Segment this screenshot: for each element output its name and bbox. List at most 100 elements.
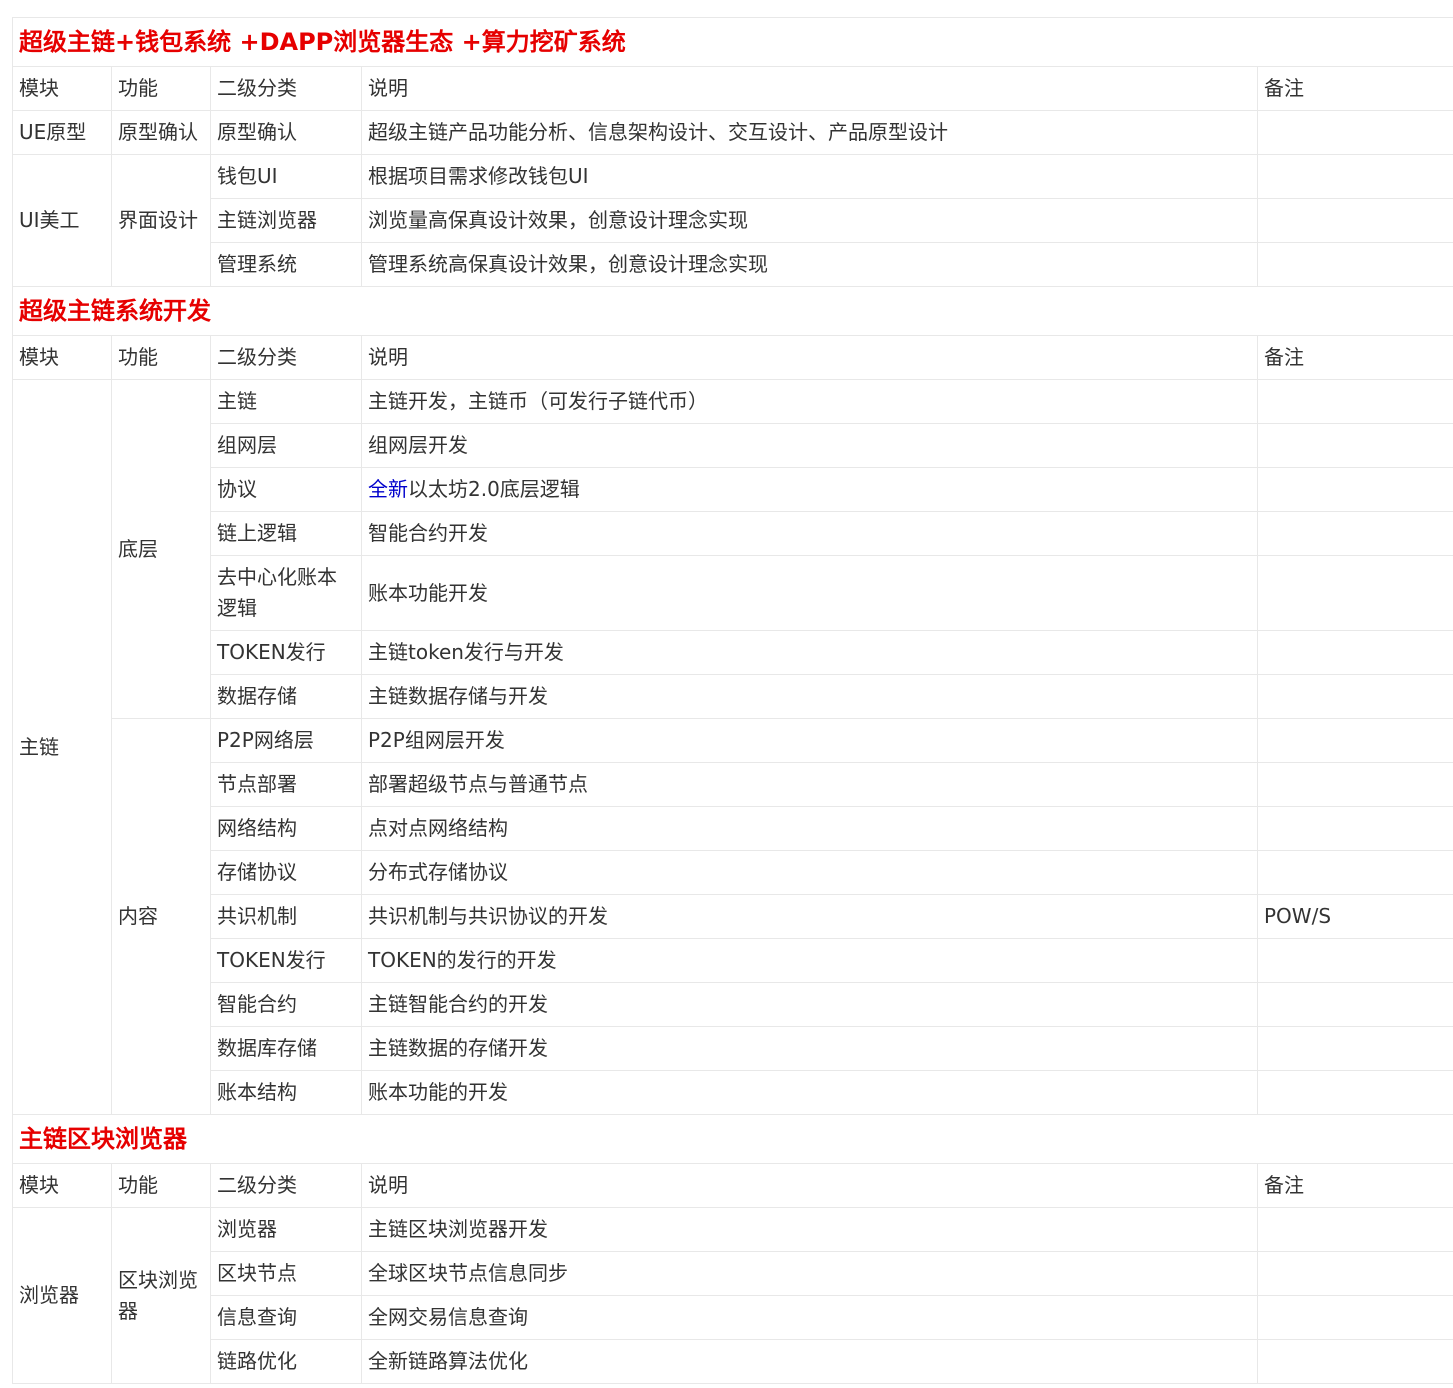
note-cell bbox=[1256, 379, 1453, 424]
description-cell: 超级主链产品功能分析、信息架构设计、交互设计、产品原型设计 bbox=[361, 110, 1258, 155]
note-cell bbox=[1256, 423, 1453, 468]
description-cell: 主链token发行与开发 bbox=[361, 630, 1258, 675]
subcategory-cell: 节点部署 bbox=[210, 762, 362, 807]
table-row: 智能合约 主链智能合约的开发 bbox=[13, 982, 1453, 1027]
note-cell bbox=[1256, 850, 1453, 895]
function-cell: 原型确认 bbox=[111, 110, 211, 155]
table-row: 信息查询 全网交易信息查询 bbox=[13, 1295, 1453, 1340]
function-line: 区块浏览 bbox=[118, 1267, 198, 1292]
note-cell bbox=[1256, 511, 1453, 556]
table-row: 存储协议 分布式存储协议 bbox=[13, 850, 1453, 895]
note-cell bbox=[1256, 110, 1453, 155]
table-row: 管理系统 管理系统高保真设计效果，创意设计理念实现 bbox=[13, 242, 1453, 287]
table-row: 浏览器 区块浏览器 浏览器 主链区块浏览器开发 bbox=[12, 1207, 1453, 1384]
note-cell bbox=[1256, 1070, 1453, 1115]
section-title-row: 主链区块浏览器 bbox=[11, 1114, 1453, 1164]
header-module: 模块 bbox=[12, 335, 112, 380]
subcategory-cell: 区块节点 bbox=[210, 1251, 362, 1296]
description-cell: 组网层开发 bbox=[361, 423, 1258, 468]
module-cell: UI美工 bbox=[12, 154, 112, 287]
header-function: 功能 bbox=[111, 335, 211, 380]
table-row: 数据库存储 主链数据的存储开发 bbox=[13, 1026, 1453, 1071]
description-cell: 主链开发，主链币（可发行子链代币） bbox=[361, 379, 1258, 424]
description-cell: 智能合约开发 bbox=[361, 511, 1258, 556]
subcategory-cell: 组网层 bbox=[210, 423, 362, 468]
subcategory-cell: 主链浏览器 bbox=[210, 198, 362, 243]
note-cell: POW/S bbox=[1256, 894, 1453, 939]
header-row: 模块 功能 二级分类 说明 备注 bbox=[12, 1163, 1453, 1208]
header-description: 说明 bbox=[361, 335, 1258, 380]
header-subcategory: 二级分类 bbox=[210, 66, 362, 111]
subcategory-cell: P2P网络层 bbox=[210, 718, 362, 763]
subcategory-cell: 链上逻辑 bbox=[210, 511, 362, 556]
note-cell bbox=[1256, 630, 1453, 675]
header-description: 说明 bbox=[361, 1163, 1258, 1208]
description-cell: 分布式存储协议 bbox=[361, 850, 1258, 895]
header-row: 模块 功能 二级分类 说明 备注 bbox=[12, 335, 1453, 380]
section-title: 超级主链系统开发 bbox=[11, 286, 1453, 336]
note-cell bbox=[1256, 555, 1453, 631]
header-note: 备注 bbox=[1256, 335, 1453, 380]
header-module: 模块 bbox=[12, 66, 112, 111]
table-row: 去中心化账本 逻辑 账本功能开发 bbox=[13, 555, 1453, 631]
header-note: 备注 bbox=[1256, 66, 1453, 111]
note-cell bbox=[1256, 762, 1453, 807]
header-row: 模块 功能 二级分类 说明 备注 bbox=[12, 66, 1453, 111]
table-row: 内容 P2P网络层 P2P组网层开发 bbox=[13, 718, 1453, 1115]
subcategory-line: 去中心化账本 bbox=[217, 565, 337, 589]
note-cell bbox=[1256, 982, 1453, 1027]
note-cell bbox=[1256, 1207, 1453, 1252]
table-row: 节点部署 部署超级节点与普通节点 bbox=[13, 762, 1453, 807]
subcategory-cell: 网络结构 bbox=[210, 806, 362, 851]
header-function: 功能 bbox=[111, 1163, 211, 1208]
note-cell bbox=[1256, 718, 1453, 763]
table-row: TOKEN发行 主链token发行与开发 bbox=[13, 630, 1453, 675]
header-subcategory: 二级分类 bbox=[210, 335, 362, 380]
description-cell: 账本功能开发 bbox=[361, 555, 1258, 631]
description-cell: 主链数据存储与开发 bbox=[361, 674, 1258, 719]
note-cell bbox=[1256, 1339, 1453, 1384]
description-cell: 账本功能的开发 bbox=[361, 1070, 1258, 1115]
table-row: 主链 底层 主链 主链开发，主链币（可发行子链代币） bbox=[12, 379, 1453, 1115]
subcategory-cell: 信息查询 bbox=[210, 1295, 362, 1340]
subcategory-cell: 去中心化账本 逻辑 bbox=[210, 555, 362, 631]
description-cell: 主链区块浏览器开发 bbox=[361, 1207, 1258, 1252]
subcategory-cell: 共识机制 bbox=[210, 894, 362, 939]
table-row: UI美工 界面设计 钱包UI 根据项目需求修改钱包UI bbox=[12, 154, 1453, 287]
subcategory-cell: 协议 bbox=[210, 467, 362, 512]
table-row: 数据存储 主链数据存储与开发 bbox=[13, 674, 1453, 719]
table-row: 链上逻辑 智能合约开发 bbox=[13, 511, 1453, 556]
description-cell: 部署超级节点与普通节点 bbox=[361, 762, 1258, 807]
subcategory-cell: 管理系统 bbox=[210, 242, 362, 287]
header-function: 功能 bbox=[111, 66, 211, 111]
note-cell bbox=[1256, 806, 1453, 851]
subcategory-cell: 浏览器 bbox=[210, 1207, 362, 1252]
note-cell bbox=[1256, 154, 1453, 199]
description-cell: 全新以太坊2.0底层逻辑 bbox=[361, 467, 1258, 512]
description-text: 以太坊2.0底层逻辑 bbox=[408, 477, 580, 501]
subcategory-cell: 钱包UI bbox=[210, 154, 362, 199]
function-cell: 界面设计 bbox=[111, 154, 211, 287]
table-row: 账本结构 账本功能的开发 bbox=[13, 1070, 1453, 1115]
note-cell bbox=[1256, 1295, 1453, 1340]
module-cell: 浏览器 bbox=[12, 1207, 112, 1384]
description-cell: TOKEN的发行的开发 bbox=[361, 938, 1258, 983]
description-cell: 浏览量高保真设计效果，创意设计理念实现 bbox=[361, 198, 1258, 243]
subcategory-cell: 数据库存储 bbox=[210, 1026, 362, 1071]
subcategory-line: 逻辑 bbox=[217, 596, 257, 620]
subcategory-cell: TOKEN发行 bbox=[210, 630, 362, 675]
description-cell: 点对点网络结构 bbox=[361, 806, 1258, 851]
description-cell: 主链智能合约的开发 bbox=[361, 982, 1258, 1027]
spec-table: 超级主链+钱包系统 +DAPP浏览器生态 +算力挖矿系统 模块 功能 二级分类 … bbox=[11, 17, 1453, 1384]
subcategory-cell: 链路优化 bbox=[210, 1339, 362, 1384]
table-row: 区块节点 全球区块节点信息同步 bbox=[13, 1251, 1453, 1296]
note-cell bbox=[1256, 1026, 1453, 1071]
header-module: 模块 bbox=[12, 1163, 112, 1208]
highlight-link[interactable]: 全新 bbox=[368, 477, 408, 501]
note-cell bbox=[1256, 242, 1453, 287]
table-row: TOKEN发行 TOKEN的发行的开发 bbox=[13, 938, 1453, 983]
table-row: 共识机制 共识机制与共识协议的开发 POW/S bbox=[13, 894, 1453, 939]
module-cell: 主链 bbox=[12, 379, 112, 1115]
description-cell: 全网交易信息查询 bbox=[361, 1295, 1258, 1340]
table-row: 协议 全新以太坊2.0底层逻辑 bbox=[13, 467, 1453, 512]
